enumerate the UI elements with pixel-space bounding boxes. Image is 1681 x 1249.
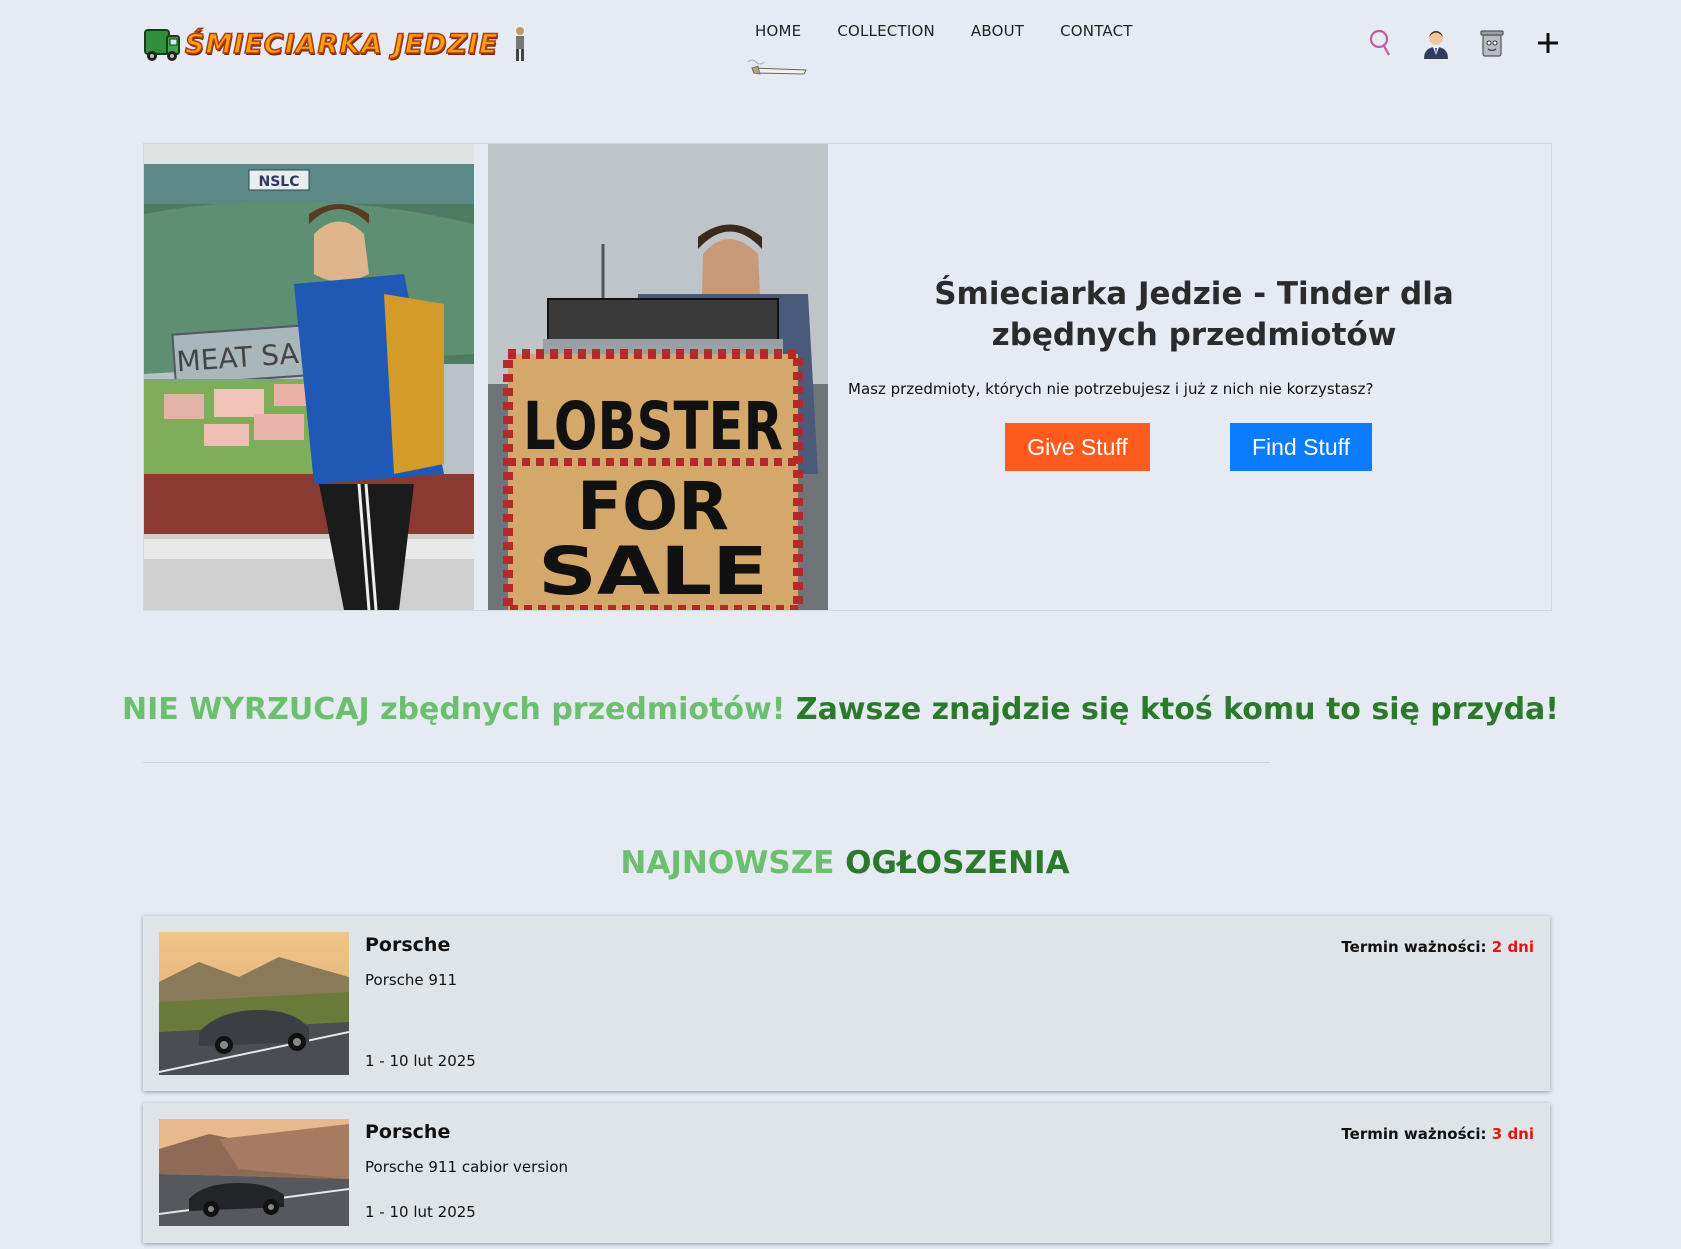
listing-card[interactable]: Porsche Porsche 911 cabior version 1 - 1…	[143, 1103, 1550, 1243]
logo-text: ŚMIECIARKA JEDZIE	[184, 28, 499, 61]
plus-icon	[1538, 33, 1558, 53]
main-nav: HOME COLLECTION ABOUT CONTACT	[755, 22, 1133, 40]
slogan-part1: NIE WYRZUCAJ zbędnych przedmiotów!	[122, 692, 786, 727]
header-actions	[1352, 24, 1576, 62]
hero-photo-lobster-sale: LOBSTER FOR SALE	[488, 144, 828, 610]
search-button[interactable]	[1352, 24, 1408, 62]
nav-about[interactable]: ABOUT	[971, 22, 1024, 40]
expiry-label: Termin ważności:	[1341, 938, 1487, 956]
listing-card[interactable]: Porsche Porsche 911 1 - 10 lut 2025 Term…	[143, 916, 1550, 1091]
divider	[143, 762, 1270, 763]
listing-expiry: Termin ważności: 3 dni	[1341, 1125, 1534, 1143]
lobster-sign-line3: SALE	[538, 533, 768, 610]
hero-buttons: Give Stuff Find Stuff	[1005, 423, 1372, 471]
store-sign-text: NSLC	[259, 174, 300, 190]
nav-home[interactable]: HOME	[755, 22, 801, 40]
latest-listings-heading: NAJNOWSZE OGŁOSZENIA	[0, 845, 1681, 881]
garbage-truck-icon	[144, 29, 180, 61]
hero-subtitle: Masz przedmioty, których nie potrzebujes…	[848, 380, 1374, 398]
hero-text: Śmieciarka Jedzie - Tinder dla zbędnych …	[844, 274, 1544, 398]
lobster-sign-line1: LOBSTER	[523, 388, 783, 465]
expiry-label: Termin ważności:	[1341, 1125, 1487, 1143]
search-icon	[1369, 29, 1390, 56]
man-figure-icon	[515, 27, 524, 61]
heading-light: NAJNOWSZE	[620, 845, 835, 881]
expiry-value: 3 dni	[1491, 1125, 1534, 1143]
slogan-part2: Zawsze znajdzie się ktoś komu to się prz…	[795, 692, 1559, 727]
listing-thumbnail	[159, 932, 349, 1075]
profile-button[interactable]	[1408, 24, 1464, 62]
hero-section: NSLC MEAT SALE LOBSTER FOR SALE Śmieciar…	[143, 143, 1552, 611]
hero-photo-meat-sale: NSLC MEAT SALE	[144, 144, 474, 610]
trash-button[interactable]	[1464, 24, 1520, 62]
joint-underline-icon	[747, 59, 807, 75]
listing-title[interactable]: Porsche	[365, 934, 450, 956]
site-logo[interactable]: ŚMIECIARKA JEDZIE	[143, 24, 527, 64]
hero-title: Śmieciarka Jedzie - Tinder dla zbędnych …	[934, 276, 1454, 353]
listing-description: Porsche 911 cabior version	[365, 1158, 568, 1176]
listing-title[interactable]: Porsche	[365, 1121, 450, 1143]
slogan: NIE WYRZUCAJ zbędnych przedmiotów! Zawsz…	[0, 692, 1681, 727]
expiry-value: 2 dni	[1491, 938, 1534, 956]
nav-contact[interactable]: CONTACT	[1060, 22, 1133, 40]
listing-expiry: Termin ważności: 2 dni	[1341, 938, 1534, 956]
give-stuff-button[interactable]: Give Stuff	[1005, 423, 1150, 471]
heading-dark: OGŁOSZENIA	[845, 845, 1070, 881]
trash-can-icon	[1480, 30, 1504, 57]
user-avatar-icon	[1424, 31, 1448, 59]
listing-date: 1 - 10 lut 2025	[365, 1052, 476, 1070]
listing-description: Porsche 911	[365, 971, 458, 989]
listing-thumbnail	[159, 1119, 349, 1226]
find-stuff-button[interactable]: Find Stuff	[1230, 423, 1372, 471]
add-button[interactable]	[1520, 24, 1576, 62]
nav-collection[interactable]: COLLECTION	[837, 22, 935, 40]
listing-date: 1 - 10 lut 2025	[365, 1203, 476, 1221]
